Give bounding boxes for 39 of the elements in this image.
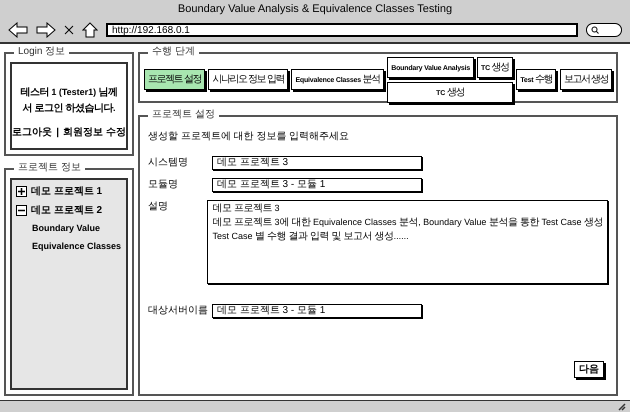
tree-item[interactable]: 데모 프로젝트 2 — [31, 203, 102, 218]
group-title: Login 정보 — [14, 46, 70, 58]
profile-edit-link[interactable]: 회원정보 수정 — [63, 125, 126, 140]
field-label: 대상서버이름 — [148, 304, 208, 318]
back-arrow-icon[interactable] — [8, 22, 28, 38]
text-line: Test Case 별 수행 결과 입력 및 보고서 생성...... — [212, 230, 410, 243]
search-field[interactable] — [586, 23, 622, 37]
text-area[interactable]: 데모 프로젝트 3 데모 프로젝트 3에 대한 Equivalence Classes 분석, Boundary Value 분석을 통한 Test Case 생성 Test Case 별 수행 결과 입력 및 보고서 생성...... — [207, 200, 608, 284]
group-title: 수행 단계 — [148, 46, 199, 58]
field-label: 시스템명 — [148, 156, 189, 170]
close-icon[interactable] — [64, 25, 74, 35]
next-button[interactable]: 다음 — [574, 361, 604, 378]
step-button[interactable]: 시나리오 정보 입력 — [208, 69, 288, 90]
group-title: 프로젝트 정보 — [14, 162, 85, 174]
input-field[interactable]: 데모 프로젝트 3 — [212, 156, 422, 170]
login-message: 테스터 1 (Tester1) 님께서 로그인 하셨습니다. — [19, 86, 119, 116]
window-title: Boundary Value Analysis & Equivalence Classes Testing — [176, 2, 454, 17]
logout-link[interactable]: 로그아웃 — [12, 125, 52, 140]
address-field[interactable]: http://192.168.0.1 — [106, 23, 578, 37]
expand-icon[interactable] — [16, 186, 27, 197]
link-separator: | — [56, 126, 60, 140]
field-label: 모듈명 — [148, 178, 179, 192]
home-icon[interactable] — [82, 22, 98, 38]
collapse-icon[interactable] — [16, 205, 27, 216]
forward-arrow-icon[interactable] — [36, 22, 56, 38]
input-field[interactable]: 데모 프로젝트 3 - 모듈 1 — [212, 178, 422, 192]
text-line: 데모 프로젝트 3에 대한 Equivalence Classes 분석, Boundary Value 분석을 통한 Test Case 생성 — [212, 216, 603, 229]
field-label: 설명 — [148, 200, 169, 214]
group-title: 프로젝트 설정 — [148, 109, 219, 121]
step-button[interactable]: 보고서 생성 — [560, 69, 612, 90]
step-button[interactable]: 프로젝트 설정 — [144, 69, 205, 90]
tree-item[interactable]: Boundary Value — [16, 222, 122, 236]
text-line: 데모 프로젝트 3 — [212, 202, 280, 215]
resize-grip-icon[interactable] — [618, 402, 626, 410]
search-icon — [591, 26, 599, 34]
input-field[interactable]: 데모 프로젝트 3 - 모듈 1 — [212, 304, 422, 318]
instruction-text: 생성할 프로젝트에 대한 정보를 입력해주세요 — [148, 130, 350, 144]
tree-item[interactable]: 데모 프로젝트 1 — [31, 184, 102, 199]
tree-item[interactable]: Equivalence Classes — [16, 240, 122, 253]
